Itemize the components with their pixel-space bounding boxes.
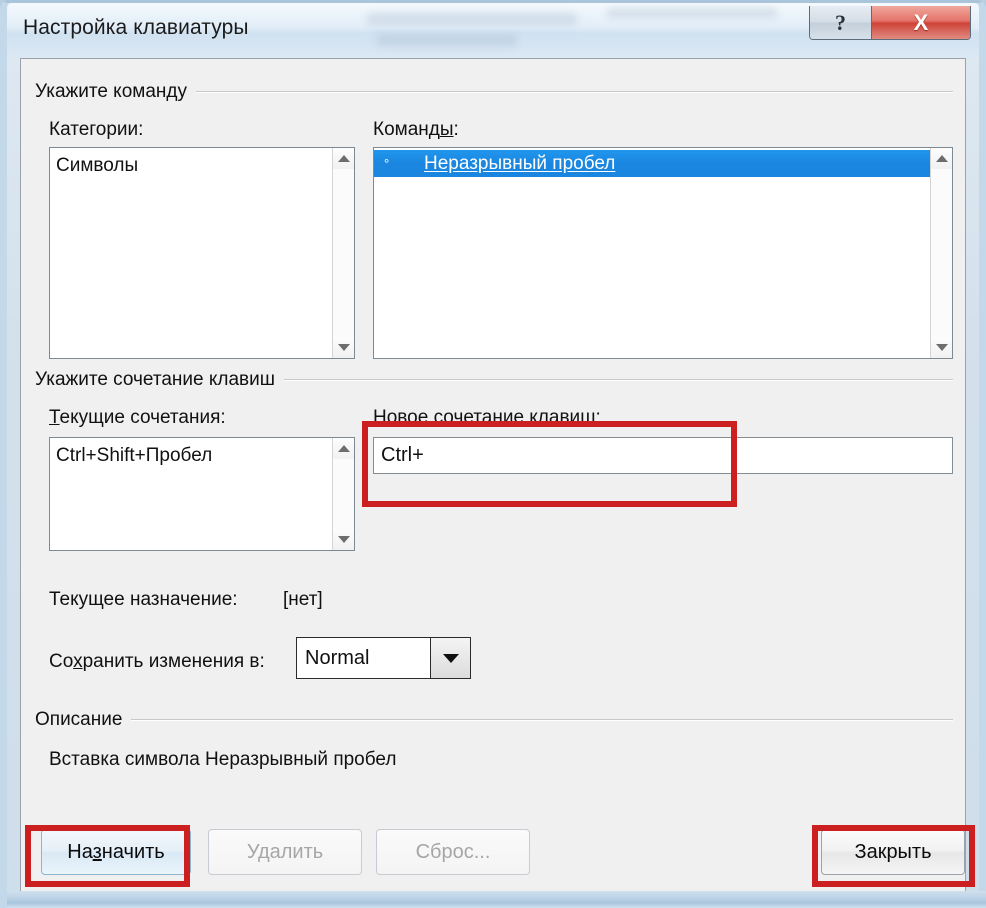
close-dialog-button[interactable]: Закрыть bbox=[821, 829, 965, 875]
group-command-label: Укажите команду bbox=[35, 81, 187, 102]
commands-listbox[interactable]: ° Неразрывный пробел bbox=[373, 147, 953, 359]
scroll-down-icon[interactable] bbox=[333, 529, 354, 550]
current-assignment-value: [нет] bbox=[283, 589, 323, 610]
group-description-rule bbox=[131, 719, 953, 721]
commands-list-items: ° Неразрывный пробел bbox=[374, 148, 930, 358]
new-shortcut-input[interactable]: Ctrl+ bbox=[373, 437, 953, 474]
list-item-label: Неразрывный пробел bbox=[424, 153, 616, 174]
window-title: Настройка клавиатуры bbox=[23, 16, 249, 39]
delete-button[interactable]: Удалить bbox=[208, 829, 362, 875]
close-dialog-button-label: Закрыть bbox=[854, 840, 932, 863]
assign-button-label: Назначить bbox=[67, 840, 165, 863]
new-shortcut-value: Ctrl+ bbox=[381, 444, 424, 466]
commands-label: Команды: bbox=[373, 119, 459, 140]
dialog-client-area: Укажите команду Категории: Символы Коман… bbox=[20, 58, 966, 894]
save-in-value: Normal bbox=[305, 646, 370, 669]
delete-button-label: Удалить bbox=[246, 840, 324, 863]
scroll-down-icon[interactable] bbox=[333, 337, 354, 358]
categories-listbox[interactable]: Символы bbox=[49, 147, 355, 359]
chevron-down-icon[interactable] bbox=[430, 638, 470, 678]
close-icon[interactable]: X bbox=[872, 6, 970, 39]
background-blur-artifact bbox=[367, 13, 577, 25]
list-item[interactable]: ° Неразрывный пробел bbox=[374, 150, 930, 177]
group-description-label: Описание bbox=[35, 709, 123, 730]
current-assignment-label: Текущее назначение: bbox=[49, 589, 238, 610]
list-item[interactable]: Ctrl+Shift+Пробел bbox=[50, 442, 332, 469]
categories-scrollbar[interactable] bbox=[332, 148, 354, 358]
categories-list-items: Символы bbox=[50, 148, 332, 358]
scrollbar-track[interactable] bbox=[333, 459, 354, 529]
title-bar[interactable]: Настройка клавиатуры ? X bbox=[7, 3, 979, 58]
scrollbar-track[interactable] bbox=[333, 169, 354, 337]
reset-button-label: Сброс... bbox=[415, 840, 491, 863]
background-blur-artifact bbox=[377, 35, 517, 46]
scroll-down-icon[interactable] bbox=[931, 337, 952, 358]
group-shortcut: Укажите сочетание клавиш bbox=[35, 369, 953, 391]
background-blur-artifact bbox=[607, 8, 777, 18]
new-shortcut-label: Новое сочетание клавиш: bbox=[373, 407, 601, 428]
group-command: Укажите команду bbox=[35, 81, 953, 103]
current-shortcuts-listbox[interactable]: Ctrl+Shift+Пробел bbox=[49, 437, 355, 551]
group-description: Описание bbox=[35, 709, 953, 731]
save-in-combobox[interactable]: Normal bbox=[296, 637, 471, 679]
scroll-up-icon[interactable] bbox=[333, 148, 354, 169]
description-text: Вставка символа Неразрывный пробел bbox=[49, 749, 397, 770]
list-item[interactable]: Символы bbox=[50, 152, 332, 179]
caption-buttons: ? X bbox=[809, 6, 971, 40]
window-bottom-edge bbox=[7, 891, 986, 908]
scroll-up-icon[interactable] bbox=[333, 438, 354, 459]
current-shortcuts-label: Текущие сочетания: bbox=[49, 407, 226, 428]
assign-button[interactable]: Назначить bbox=[41, 829, 191, 875]
current-shortcuts-items: Ctrl+Shift+Пробел bbox=[50, 438, 332, 550]
reset-button[interactable]: Сброс... bbox=[376, 829, 530, 875]
group-shortcut-label: Укажите сочетание клавиш bbox=[35, 369, 276, 390]
help-icon[interactable]: ? bbox=[810, 6, 872, 39]
categories-label: Категории: bbox=[49, 119, 144, 140]
dialog-window: Настройка клавиатуры ? X Укажите команду… bbox=[0, 0, 986, 908]
current-shortcuts-scrollbar[interactable] bbox=[332, 438, 354, 550]
group-shortcut-rule bbox=[284, 379, 953, 381]
command-bullet-icon: ° bbox=[384, 156, 390, 172]
group-command-rule bbox=[195, 91, 953, 93]
commands-scrollbar[interactable] bbox=[930, 148, 952, 358]
save-in-label: Сохранить изменения в: bbox=[49, 651, 265, 672]
scroll-up-icon[interactable] bbox=[931, 148, 952, 169]
scrollbar-track[interactable] bbox=[931, 169, 952, 337]
